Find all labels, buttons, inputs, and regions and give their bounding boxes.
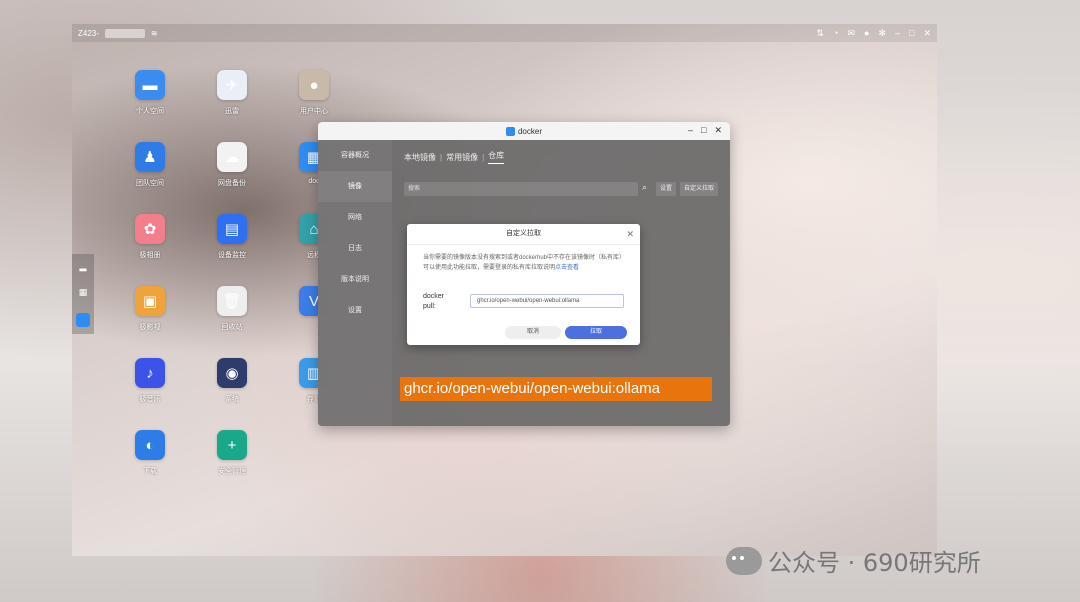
film-icon: ▣ (135, 286, 165, 316)
window-close-icon[interactable]: ✕ (714, 125, 722, 136)
desktop-app[interactable]: ☁ 网盘备份 (202, 142, 262, 188)
maximize-icon[interactable]: □ (909, 28, 914, 38)
globe-download-icon: ◐ (135, 430, 165, 460)
tab-separator: | (440, 152, 443, 162)
desktop-app[interactable]: ▤ 设备监控 (202, 214, 262, 260)
image-search-input[interactable]: 搜索 (404, 182, 638, 196)
custom-pull-dialog: 自定义拉取 ✕ 当你需要的镜像版本没有搜索到或者dockerhub中不存在该镜像… (407, 224, 640, 345)
dialog-title: 自定义拉取 (506, 230, 541, 237)
minimize-icon[interactable]: – (895, 28, 900, 38)
tab[interactable]: 本地镜像 (404, 152, 436, 163)
pull-button[interactable]: 拉取 (565, 326, 627, 339)
cancel-button[interactable]: 取消 (505, 326, 561, 339)
dock-stack-icon[interactable]: ▂ (80, 261, 87, 272)
folder-icon: ▬ (135, 70, 165, 100)
desktop-app[interactable]: + 安全管理 (202, 430, 262, 476)
docker-title: docker (517, 126, 542, 136)
cloud-download-icon: ☁ (217, 142, 247, 172)
wechat-watermark: 公众号 · 690研究所 (726, 543, 981, 578)
desktop-app[interactable]: ✈ 迅雷 (202, 70, 262, 116)
desktop-app-label: 个人空间 (136, 108, 164, 115)
sidebar-item[interactable]: 版本说明 (318, 264, 392, 295)
docker-logo-icon (505, 126, 515, 136)
trash-icon: 🗑 (217, 286, 247, 316)
desktop-app-label: 迅雷 (225, 108, 239, 115)
desktop-app-label: 下载 (143, 468, 157, 475)
music-icon: ♪ (135, 358, 165, 388)
dock-docker-icon[interactable] (76, 312, 90, 327)
desktop-topbar: Z423- ≋ ⇅ ◔ ✉ ● ✻ – □ ✕ (72, 24, 937, 42)
desktop-app-label: 系统 (225, 396, 239, 403)
docker-sidebar: 容器概况 镜像 网络 日志 版本说明 设置 (318, 140, 392, 426)
desktop-app[interactable]: ♪ 极音乐 (120, 358, 180, 404)
watermark-text: 公众号 · 690研究所 (768, 549, 981, 577)
side-dock: ▂ ▦ (72, 254, 94, 334)
bird-icon: ✈ (217, 70, 247, 100)
team-icon: ♟ (135, 142, 165, 172)
sidebar-item[interactable]: 容器概况 (318, 140, 392, 171)
dialog-description: 当你需要的镜像版本没有搜索到或者dockerhub中不存在该镜像时（私有库）可以… (423, 253, 627, 273)
message-icon[interactable]: ✉ (847, 28, 855, 39)
photos-icon: ✿ (135, 214, 165, 244)
sidebar-item[interactable]: 网络 (318, 202, 392, 233)
image-pull-input[interactable]: ghcr.io/open-webui/open-webui:ollama (470, 294, 624, 308)
docker-pull-label-line1: docker (423, 293, 445, 300)
docker-pull-label-line2: pull: (423, 303, 436, 310)
monitor-chart-icon: ▤ (217, 214, 247, 244)
window-maximize-icon[interactable]: □ (701, 125, 706, 136)
user-icon: ● (299, 70, 329, 100)
custom-pull-button[interactable]: 自定义拉取 (680, 182, 719, 196)
speed-icon[interactable]: ◔ (833, 28, 838, 38)
desktop-app-label: 回收站 (221, 324, 243, 331)
wifi-icon: ≋ (150, 28, 158, 38)
desktop-app[interactable]: ◉ 系统 (202, 358, 262, 404)
tab[interactable]: 仓库 (488, 150, 505, 164)
device-name: Z423- (78, 28, 99, 38)
sidebar-item[interactable]: 镜像 (318, 171, 392, 202)
desktop-app-label: 用户中心 (300, 108, 328, 115)
desktop-app-label: 极相册 (139, 252, 161, 259)
gear-icon[interactable]: ✻ (878, 28, 886, 39)
transfer-icon[interactable]: ⇅ (816, 28, 824, 39)
shield-plus-icon: + (217, 430, 247, 460)
desktop-app[interactable]: ◐ 下载 (120, 430, 180, 476)
desktop-app[interactable]: ● 用户中心 (284, 70, 344, 116)
desktop-app-label: 安全管理 (218, 468, 246, 475)
docker-pull-label: docker pull: (423, 292, 455, 312)
close-icon[interactable]: ✕ (923, 28, 931, 39)
highlight-caption: ghcr.io/open-webui/open-webui:ollama (400, 377, 712, 401)
sidebar-item[interactable]: 设置 (318, 295, 392, 326)
desktop-app[interactable]: ▬ 个人空间 (120, 70, 180, 116)
docker-tabs: 本地镜像 | 常用镜像 | 仓库 (392, 140, 730, 164)
user-icon[interactable]: ● (864, 28, 869, 38)
search-icon[interactable]: ⌕ (642, 182, 654, 194)
window-minimize-icon[interactable]: – (688, 125, 693, 136)
device-name-blur (104, 28, 145, 38)
dock-grid-icon[interactable]: ▦ (79, 287, 88, 298)
desktop-app-label: 网盘备份 (218, 180, 246, 187)
wechat-icon (726, 546, 762, 575)
desktop-app-label: 团队空间 (136, 180, 164, 187)
dialog-description-text: 当你需要的镜像版本没有搜索到或者dockerhub中不存在该镜像时（私有库）可以… (423, 255, 626, 271)
system-icon: ◉ (217, 358, 247, 388)
desktop-app[interactable]: ▣ 极影视 (120, 286, 180, 332)
view-help-link[interactable]: 点击查看 (555, 265, 579, 271)
tab[interactable]: 常用镜像 (446, 152, 478, 163)
desktop-app-label: 设备监控 (218, 252, 246, 259)
docker-titlebar: docker – □ ✕ (318, 122, 730, 140)
tab-separator: | (482, 152, 485, 162)
desktop-app[interactable]: ♟ 团队空间 (120, 142, 180, 188)
desktop-app[interactable]: 🗑 回收站 (202, 286, 262, 332)
settings-button[interactable]: 设置 (656, 182, 677, 196)
desktop-app-label: 极音乐 (139, 396, 161, 403)
desktop-app-label: 极影视 (139, 324, 161, 331)
desktop-app[interactable]: ✿ 极相册 (120, 214, 180, 260)
sidebar-item[interactable]: 日志 (318, 233, 392, 264)
dialog-close-icon[interactable]: ✕ (626, 224, 634, 244)
